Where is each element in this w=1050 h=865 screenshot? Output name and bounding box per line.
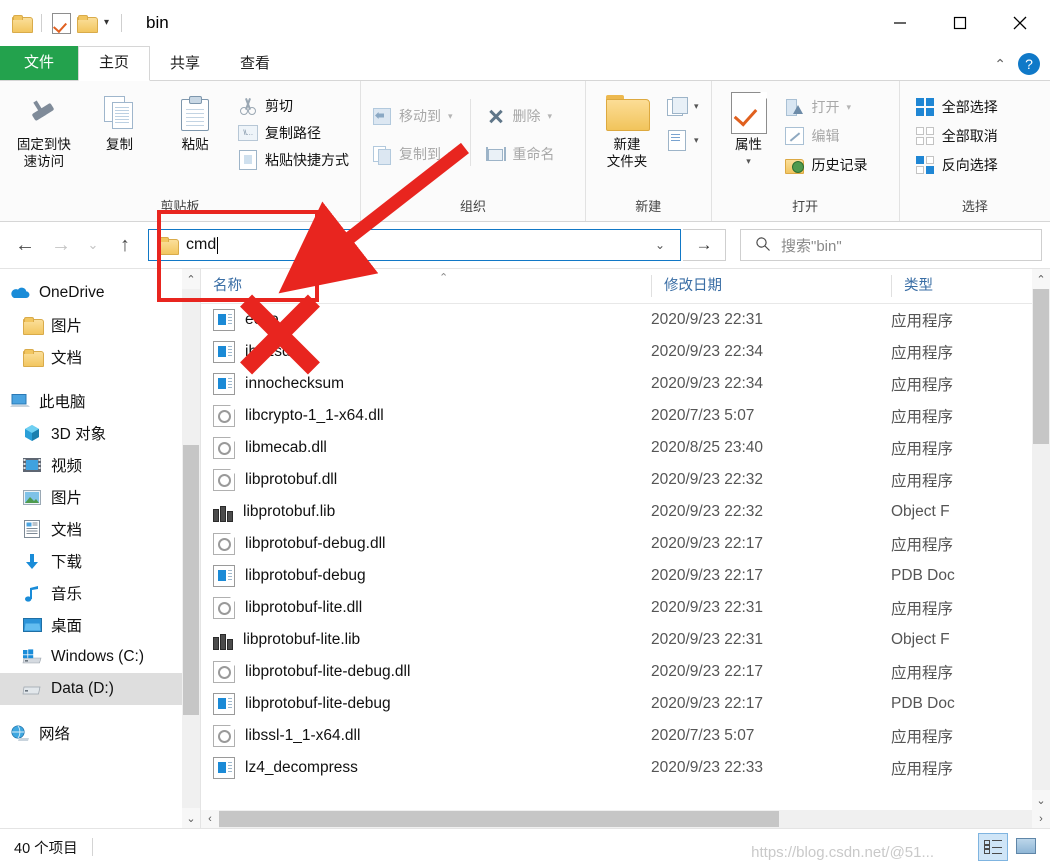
pointer-arrow <box>278 142 469 294</box>
tab-home[interactable]: 主页 <box>78 46 151 81</box>
